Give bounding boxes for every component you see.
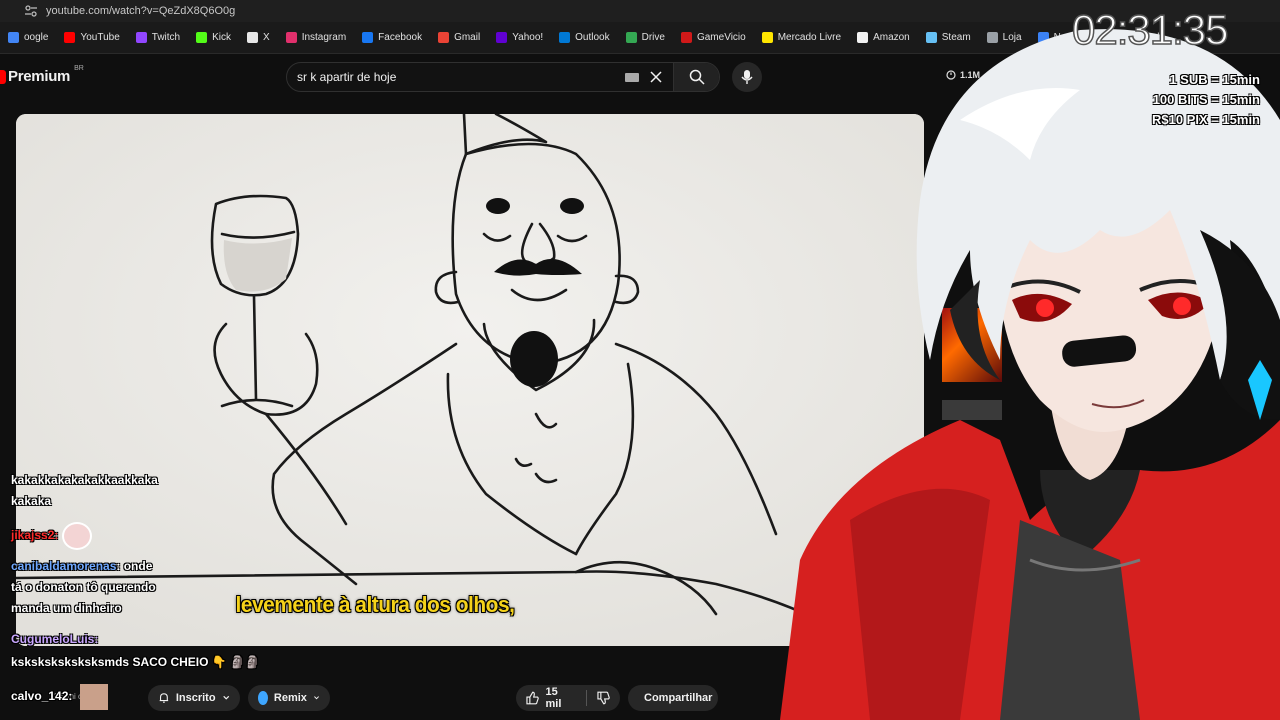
chat-message: jikajss2:	[11, 522, 92, 550]
bookmark-favicon-icon	[196, 32, 208, 43]
bookmark-label: Facebook	[378, 32, 423, 43]
bookmark-instagram[interactable]: Instagram	[278, 22, 354, 53]
keyboard-icon[interactable]	[625, 72, 639, 82]
bookmark-kick[interactable]: Kick	[188, 22, 239, 53]
thumbs-down-icon[interactable]	[596, 691, 610, 705]
bookmark-favicon-icon	[362, 32, 374, 43]
rate-pix: R$10 PIX = 15min	[1151, 112, 1260, 128]
bookmark-label: Outlook	[575, 32, 610, 43]
chevron-down-icon	[313, 696, 319, 700]
bookmark-label: Twitch	[151, 32, 181, 43]
close-icon	[650, 71, 662, 83]
chat-message: manda um dinheiro	[11, 601, 122, 615]
chat-message: ksksksksksksksmds SACO CHEIO 👇 🗿🗿	[11, 655, 260, 669]
bell-icon	[159, 693, 169, 703]
site-settings-icon[interactable]	[24, 4, 38, 18]
bookmark-twitch[interactable]: Twitch	[128, 22, 188, 53]
bookmark-label: Instagram	[301, 32, 347, 43]
logo-country: BR	[74, 65, 84, 72]
chat-avatar	[79, 684, 108, 710]
rate-bits: 100 BITS = 15min	[1152, 92, 1260, 108]
bookmark-label: Yahoo!	[512, 32, 544, 43]
like-dislike-group[interactable]: 15 mil	[516, 685, 620, 711]
bookmark-oogle[interactable]: oogle	[0, 22, 56, 53]
bookmark-youtube[interactable]: YouTube	[56, 22, 127, 53]
bookmark-favicon-icon	[680, 32, 692, 43]
url-text[interactable]: youtube.com/watch?v=QeZdX8Q6O0g	[46, 5, 235, 17]
bookmark-label: X	[263, 32, 270, 43]
bookmark-x[interactable]: X	[239, 22, 278, 53]
bookmark-facebook[interactable]: Facebook	[354, 22, 430, 53]
bookmark-outlook[interactable]: Outlook	[551, 22, 617, 53]
bookmark-label: YouTube	[80, 32, 120, 43]
bookmark-favicon-icon	[285, 32, 297, 43]
chat-message: canibaldamorenas: onde	[11, 559, 153, 573]
clear-search-button[interactable]	[645, 66, 667, 88]
chat-message: CugumeloLuis:	[11, 632, 99, 646]
bookmark-favicon-icon	[64, 32, 76, 43]
like-count: 15 mil	[545, 686, 562, 710]
logo-text: Premium	[8, 68, 71, 85]
youtube-premium-logo[interactable]: Premium BR	[0, 65, 84, 85]
bookmark-label: Gmail	[454, 32, 481, 43]
chat-message: kakakkakakakakkaakkaka	[11, 473, 158, 487]
subathon-rates: 1 SUB = 15min 100 BITS = 15min R$10 PIX …	[1130, 70, 1260, 130]
thumbs-up-icon[interactable]	[526, 691, 539, 705]
subscribed-button[interactable]: Inscrito	[148, 685, 240, 711]
remix-button[interactable]: Remix	[248, 685, 330, 711]
bookmark-yahoo-[interactable]: Yahoo!	[488, 22, 551, 53]
bookmark-favicon-icon	[496, 32, 508, 43]
like-divider	[585, 690, 587, 706]
search-bar[interactable]: sr k apartir de hoje	[286, 62, 720, 92]
chat-message: calvo_142:	[11, 684, 108, 710]
bookmark-favicon-icon	[247, 32, 259, 43]
bookmark-favicon-icon	[135, 32, 147, 43]
bookmark-favicon-icon	[438, 32, 450, 43]
bookmark-favicon-icon	[559, 32, 571, 43]
search-input[interactable]: sr k apartir de hoje	[287, 70, 625, 84]
bookmark-drive[interactable]: Drive	[618, 22, 673, 53]
bookmark-gmail[interactable]: Gmail	[430, 22, 488, 53]
remix-icon	[258, 691, 268, 705]
bookmark-favicon-icon	[8, 32, 19, 43]
subathon-timer: 02:31:35	[1071, 5, 1229, 54]
chat-message: tá o donaton tô querendo	[11, 580, 156, 594]
chevron-down-icon	[222, 695, 229, 700]
bookmark-favicon-icon	[625, 32, 637, 43]
bookmark-label: Kick	[212, 32, 232, 43]
remix-label: Remix	[273, 692, 307, 704]
bookmark-label: Drive	[641, 32, 665, 43]
chat-message: kakaka	[11, 494, 52, 508]
cup-emote-icon	[61, 522, 92, 550]
youtube-play-icon	[0, 69, 6, 84]
bookmark-label: oogle	[24, 32, 49, 43]
subscribed-label: Inscrito	[175, 692, 216, 704]
rate-sub: 1 SUB = 15min	[1169, 72, 1260, 87]
